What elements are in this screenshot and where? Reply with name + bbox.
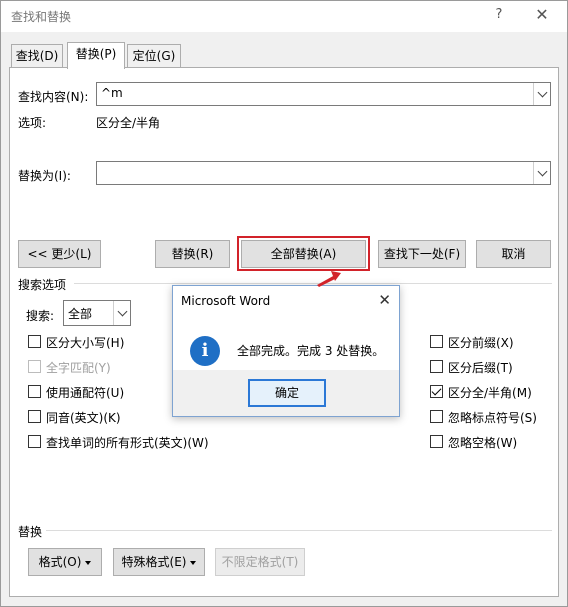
close-button[interactable]: ✕ [534,5,550,24]
options-label: 选项: [18,116,47,130]
wildcards-label: 使用通配符(U) [46,386,125,400]
all-word-forms-checkbox[interactable] [28,435,41,448]
wildcards-checkbox[interactable] [28,385,41,398]
replace-section-label: 替换 [18,525,43,539]
match-width-checkbox[interactable] [430,385,443,398]
match-suffix-checkbox[interactable] [430,360,443,373]
less-button[interactable]: << 更少(L) [18,240,101,268]
replace-label: 替换为(I): [18,169,71,183]
find-dropdown-arrow[interactable] [533,83,550,105]
search-direction-value: 全部 [68,307,93,321]
replace-section-divider [46,530,552,531]
ignore-punctuation-checkbox[interactable] [430,410,443,423]
caret-down-icon [85,560,92,565]
find-label: 查找内容(N): [18,90,89,104]
all-word-forms-label: 查找单词的所有形式(英文)(W) [46,436,209,450]
match-prefix-checkbox[interactable] [430,335,443,348]
match-case-label: 区分大小写(H) [46,336,125,350]
search-direction-label: 搜索: [26,309,55,323]
completion-message-box: Microsoft Word ✕ i 全部完成。完成 3 处替换。 确定 [172,285,400,417]
match-prefix-label: 区分前缀(X) [448,336,514,350]
replace-all-highlight [237,236,370,271]
chevron-down-icon [117,306,127,316]
search-direction-select[interactable]: 全部 [63,300,131,326]
tab-replace[interactable]: 替换(P) [67,42,125,69]
ignore-space-label: 忽略空格(W) [448,436,518,450]
caret-down-icon [190,560,197,565]
ignore-punctuation-label: 忽略标点符号(S) [448,411,537,425]
search-direction-arrow[interactable] [113,301,130,325]
help-button[interactable]: ? [491,7,507,22]
message-footer: 确定 [173,370,399,416]
callout-arrow-icon [317,271,341,287]
tab-find[interactable]: 查找(D) [11,44,63,68]
replace-input[interactable] [96,161,551,185]
find-next-button[interactable]: 查找下一处(F) [378,240,466,268]
ok-button[interactable]: 确定 [248,379,326,407]
format-button[interactable]: 格式(O) [28,548,102,576]
special-button-label: 特殊格式(E) [121,555,187,569]
special-button[interactable]: 特殊格式(E) [113,548,205,576]
title-bar: 查找和替换 ? ✕ [1,1,567,32]
tab-goto[interactable]: 定位(G) [127,44,181,68]
no-formatting-button: 不限定格式(T) [215,548,305,576]
search-options-label: 搜索选项 [18,278,67,292]
format-button-label: 格式(O) [38,555,82,569]
cancel-button[interactable]: 取消 [476,240,551,268]
match-case-checkbox[interactable] [28,335,41,348]
replace-button[interactable]: 替换(R) [155,240,230,268]
dialog-title: 查找和替换 [11,10,72,24]
ignore-space-checkbox[interactable] [430,435,443,448]
match-width-label: 区分全/半角(M) [448,386,532,400]
whole-word-label: 全字匹配(Y) [46,361,111,375]
info-icon: i [190,336,220,366]
chevron-down-icon [537,87,547,97]
find-input[interactable]: ^m [96,82,551,106]
message-title: Microsoft Word [181,294,271,308]
sounds-like-checkbox[interactable] [28,410,41,423]
options-value: 区分全/半角 [96,116,161,130]
message-close-button[interactable]: ✕ [378,291,391,309]
find-replace-dialog: 查找和替换 ? ✕ 查找(D) 替换(P) 定位(G) 查找内容(N): ^m … [0,0,568,607]
whole-word-checkbox [28,360,41,373]
sounds-like-label: 同音(英文)(K) [46,411,121,425]
replace-dropdown-arrow[interactable] [533,162,550,184]
chevron-down-icon [537,166,547,176]
match-suffix-label: 区分后缀(T) [448,361,513,375]
find-input-value: ^m [101,86,123,100]
message-text: 全部完成。完成 3 处替换。 [237,344,385,358]
